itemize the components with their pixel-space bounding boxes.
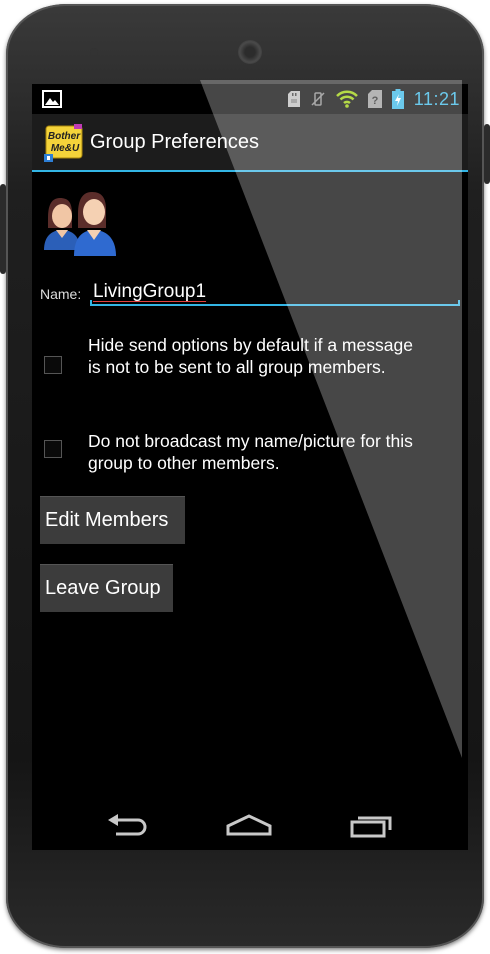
screen: ? 11:21 Bother Me&U Group Preferences Na… (32, 84, 468, 850)
front-camera (90, 48, 98, 56)
no-broadcast-row[interactable]: Do not broadcast my name/picture for thi… (32, 428, 468, 478)
battery-charging-icon (391, 89, 404, 109)
recent-apps-icon[interactable] (350, 814, 394, 843)
group-name-input[interactable]: LivingGroup1 (90, 276, 460, 306)
svg-text:?: ? (371, 95, 378, 107)
edit-members-button[interactable]: Edit Members (40, 496, 185, 544)
navigation-bar (32, 802, 468, 850)
vibrate-off-icon (310, 91, 326, 107)
sd-card-icon (287, 91, 300, 107)
preferences-content: Name: LivingGroup1 Hide send options by … (32, 172, 468, 802)
power-button (0, 184, 6, 274)
hide-send-options-row[interactable]: Hide send options by default if a messag… (32, 332, 468, 402)
name-label: Name: (40, 286, 82, 302)
input-underline (90, 304, 460, 306)
status-time: 11:21 (413, 88, 460, 109)
phone-frame: ? 11:21 Bother Me&U Group Preferences Na… (0, 4, 490, 948)
app-logo-icon[interactable]: Bother Me&U (44, 124, 84, 162)
input-underline-left-tick (90, 300, 92, 306)
image-notification-icon (42, 90, 62, 108)
page-title: Group Preferences (90, 131, 259, 153)
back-icon[interactable] (106, 814, 150, 843)
status-bar: ? 11:21 (32, 84, 468, 114)
no-broadcast-checkbox[interactable] (44, 440, 62, 458)
status-icons: ? 11:21 (287, 84, 460, 114)
group-avatar[interactable] (40, 184, 122, 256)
hide-send-options-label: Hide send options by default if a messag… (88, 335, 413, 377)
group-name-value: LivingGroup1 (93, 281, 207, 302)
leave-group-button[interactable]: Leave Group (40, 564, 173, 612)
home-icon[interactable] (226, 814, 272, 843)
action-bar: Bother Me&U Group Preferences (32, 114, 468, 172)
svg-text:Me&U: Me&U (51, 143, 80, 154)
volume-button (484, 124, 490, 184)
no-sim-icon: ? (367, 90, 382, 108)
svg-text:Bother: Bother (48, 131, 81, 142)
earpiece-speaker (238, 40, 262, 64)
hide-send-options-checkbox[interactable] (44, 356, 62, 374)
no-broadcast-label: Do not broadcast my name/picture for thi… (88, 431, 413, 473)
wifi-icon (335, 90, 358, 108)
input-underline-right-tick (458, 300, 460, 306)
